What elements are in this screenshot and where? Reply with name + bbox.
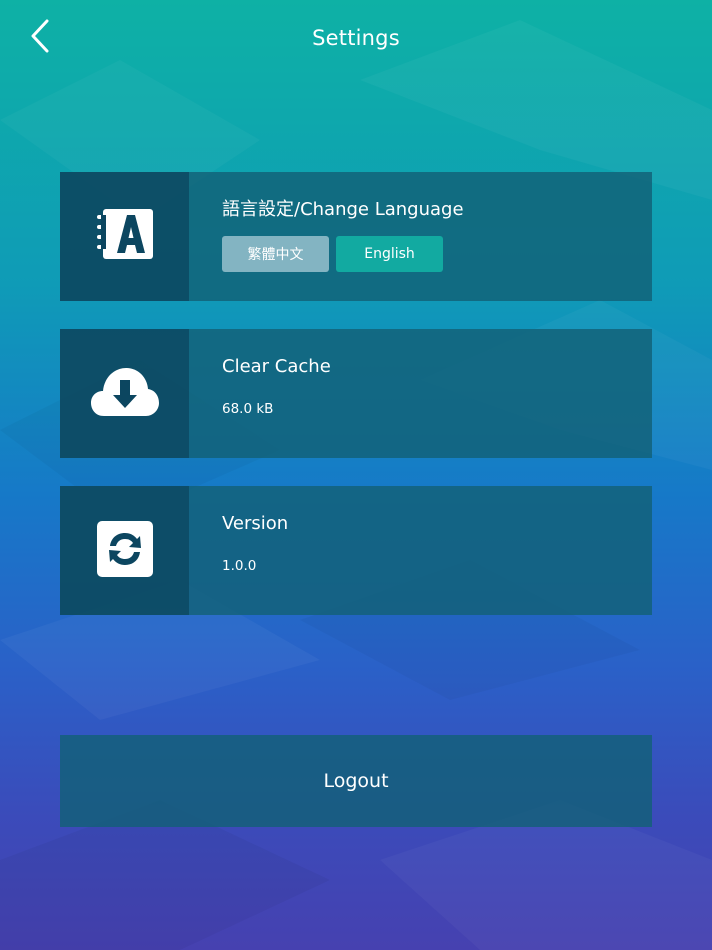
- english-button[interactable]: English: [336, 236, 443, 272]
- cloud-download-icon: [90, 366, 160, 422]
- language-icon-cell: [60, 172, 189, 301]
- logout-button[interactable]: Logout: [60, 735, 652, 827]
- language-book-icon: [95, 207, 155, 267]
- version-number: 1.0.0: [222, 558, 257, 574]
- clear-cache-title: Clear Cache: [222, 356, 331, 377]
- version-title: Version: [222, 513, 289, 534]
- version-card: Version 1.0.0: [60, 486, 652, 615]
- language-options: 繁體中文 English: [222, 236, 464, 272]
- cache-size: 68.0 kB: [222, 401, 274, 417]
- language-title: 語言設定/Change Language: [222, 199, 464, 220]
- refresh-icon: [96, 520, 154, 582]
- page-title: Settings: [312, 26, 400, 50]
- version-icon-cell: [60, 486, 189, 615]
- language-card: 語言設定/Change Language 繁體中文 English: [60, 172, 652, 301]
- cache-icon-cell: [60, 329, 189, 458]
- traditional-chinese-button[interactable]: 繁體中文: [222, 236, 329, 272]
- clear-cache-card[interactable]: Clear Cache 68.0 kB: [60, 329, 652, 458]
